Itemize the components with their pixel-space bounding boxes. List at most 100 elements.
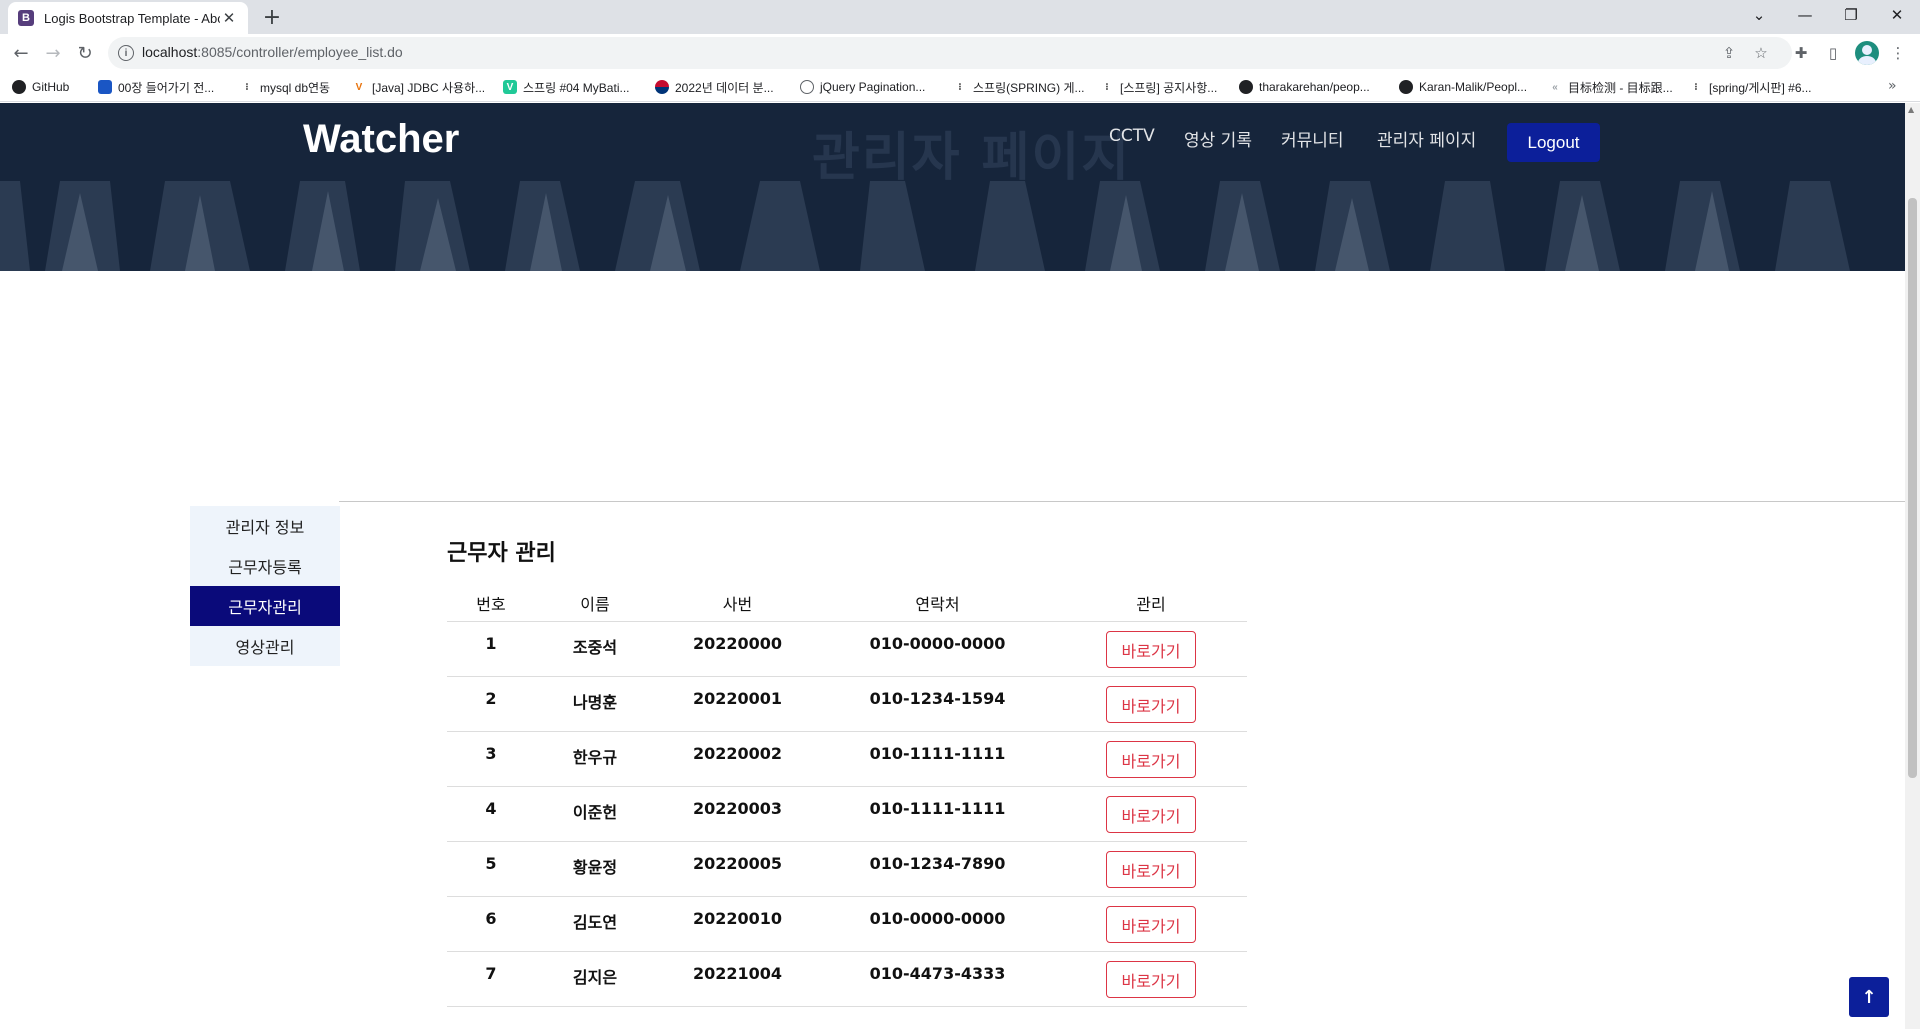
cell-employee-id: 20220010	[692, 909, 783, 928]
table-row: 1 조중석 20220000 010-0000-0000 바로가기	[447, 622, 1247, 677]
bookmark-item[interactable]: ⁝ 스프링(SPRING) 게...	[953, 78, 1085, 96]
cell-manage: 바로가기	[1055, 732, 1247, 786]
cell-manage: 바로가기	[1055, 787, 1247, 841]
nav-link-community[interactable]: 커뮤니티	[1281, 126, 1344, 151]
cell-phone: 010-1111-1111	[869, 799, 1006, 818]
side-panel-icon[interactable]: ▯	[1822, 42, 1844, 64]
go-to-detail-button[interactable]: 바로가기	[1106, 686, 1196, 723]
bookmark-label: 目标检测 - 目标跟...	[1568, 80, 1673, 95]
more-bookmarks-icon[interactable]: »	[1888, 78, 1897, 94]
go-to-detail-button[interactable]: 바로가기	[1106, 961, 1196, 998]
share-icon[interactable]: ⇪	[1718, 42, 1740, 64]
cell-manage: 바로가기	[1055, 952, 1247, 1006]
bookmark-label: 00장 들어가기 전...	[118, 80, 215, 95]
bookmark-star-icon[interactable]: ☆	[1750, 42, 1772, 64]
cell-phone: 010-1234-1594	[869, 689, 1006, 708]
bookmark-item[interactable]: ⁝ [스프링] 공지사항...	[1100, 78, 1217, 96]
cell-number: 5	[485, 854, 497, 873]
column-header-employee-id: 사번	[722, 594, 753, 614]
bootstrap-icon: B	[18, 10, 34, 26]
back-icon[interactable]: ←	[6, 38, 36, 68]
cell-manage: 바로가기	[1055, 842, 1247, 896]
table-row: 6 김도연 20220010 010-0000-0000 바로가기	[447, 897, 1247, 952]
scroll-to-top-button[interactable]: ↑	[1849, 977, 1889, 1017]
bookmark-label: 2022년 데이터 분...	[675, 80, 774, 95]
github-icon	[1239, 80, 1253, 94]
cell-name: 김도연	[572, 913, 618, 932]
bookmark-item[interactable]: ⁝ mysql db연동	[240, 78, 330, 96]
bookmark-label: [스프링] 공지사항...	[1120, 80, 1218, 95]
page-scrollbar[interactable]: ▲	[1905, 103, 1920, 1029]
cell-name: 김지은	[572, 968, 618, 987]
site-info-icon[interactable]: i	[118, 45, 134, 61]
cell-number: 2	[485, 689, 497, 708]
bookmarks-bar: GitHub 00장 들어가기 전... ⁝ mysql db연동 V [Java] JD…	[0, 72, 1920, 102]
sidebar-item-admin-info[interactable]: 관리자 정보	[190, 506, 340, 546]
bookmark-label: 스프링(SPRING) 게...	[973, 80, 1085, 95]
cell-employee-id: 20220000	[692, 634, 783, 653]
korea-flag-icon	[655, 80, 669, 94]
bookmark-item[interactable]: V [Java] JDBC 사용하...	[352, 78, 486, 96]
sidebar-item-manage-workers[interactable]: 근무자관리	[190, 586, 340, 626]
restore-icon[interactable]: ❐	[1828, 0, 1874, 30]
bookmark-item[interactable]: V 스프링 #04 MyBati...	[503, 78, 630, 96]
cell-manage: 바로가기	[1055, 677, 1247, 731]
sidebar-item-manage-videos[interactable]: 영상관리	[190, 626, 340, 666]
header-watermark-text: 관리자 페이지	[812, 128, 1132, 188]
bookmark-item[interactable]: GitHub	[12, 78, 69, 96]
velog-icon: ⁝	[1694, 81, 1698, 93]
cell-employee-id: 20220005	[692, 854, 783, 873]
go-to-detail-button[interactable]: 바로가기	[1106, 796, 1196, 833]
browser-tab[interactable]: B Logis Bootstrap Template - Abo ✕	[8, 2, 248, 34]
profile-avatar[interactable]	[1855, 41, 1879, 65]
arrow-up-icon: ↑	[1861, 986, 1877, 1008]
bookmark-item[interactable]: jQuery Pagination...	[800, 78, 925, 96]
tab-title: Logis Bootstrap Template - Abo	[44, 10, 220, 26]
bookmark-label: mysql db연동	[260, 80, 331, 95]
bookmark-item[interactable]: tharakarehan/peop...	[1239, 78, 1370, 96]
table-row: 3 한우규 20220002 010-1111-1111 바로가기	[447, 732, 1247, 787]
globe-icon	[800, 80, 814, 94]
velog-icon: ⁝	[958, 81, 962, 93]
close-icon[interactable]: ✕	[220, 9, 238, 27]
bookmark-item[interactable]: Karan-Malik/Peopl...	[1399, 78, 1527, 96]
cell-name: 황윤정	[572, 858, 618, 877]
bookmark-item[interactable]: ⁝ [spring/게시판] #6...	[1689, 78, 1812, 96]
nav-link-cctv[interactable]: CCTV	[1109, 126, 1155, 146]
logout-button[interactable]: Logout	[1507, 123, 1600, 162]
forward-icon[interactable]: →	[38, 38, 68, 68]
cell-name: 한우규	[572, 748, 618, 767]
new-tab-icon[interactable]: +	[258, 3, 286, 31]
window-close-icon[interactable]: ✕	[1874, 0, 1920, 30]
cell-number: 3	[485, 744, 497, 763]
nav-link-video-records[interactable]: 영상 기록	[1184, 126, 1252, 151]
bookmark-label: tharakarehan/peop...	[1259, 80, 1370, 94]
extensions-icon[interactable]: ✚	[1790, 42, 1812, 64]
bookmark-item[interactable]: « 目标检测 - 目标跟...	[1548, 78, 1673, 96]
bookmark-label: GitHub	[32, 80, 70, 94]
scroll-up-icon[interactable]: ▲	[1908, 105, 1914, 114]
site-logo[interactable]: Watcher	[303, 117, 459, 162]
address-bar[interactable]: i localhost:8085/controller/employee_lis…	[108, 37, 1792, 69]
cell-number: 6	[485, 909, 497, 928]
nav-link-admin-page[interactable]: 관리자 페이지	[1377, 126, 1476, 151]
minimize-icon[interactable]: —	[1782, 0, 1828, 30]
cell-employee-id: 20220003	[692, 799, 783, 818]
cell-name: 이준헌	[572, 803, 618, 822]
cell-manage: 바로가기	[1055, 622, 1247, 676]
go-to-detail-button[interactable]: 바로가기	[1106, 851, 1196, 888]
scrollbar-thumb[interactable]	[1908, 198, 1917, 778]
cell-employee-id: 20220001	[692, 689, 783, 708]
go-to-detail-button[interactable]: 바로가기	[1106, 741, 1196, 778]
go-to-detail-button[interactable]: 바로가기	[1106, 631, 1196, 668]
cell-name: 조중석	[572, 638, 618, 657]
github-icon	[12, 80, 26, 94]
tab-search-icon[interactable]: ⌄	[1736, 0, 1782, 30]
go-to-detail-button[interactable]: 바로가기	[1106, 906, 1196, 943]
bookmark-label: [spring/게시판] #6...	[1709, 80, 1812, 95]
reload-icon[interactable]: ↻	[70, 38, 100, 68]
menu-icon[interactable]: ⋮	[1887, 42, 1909, 64]
sidebar-item-register-worker[interactable]: 근무자등록	[190, 546, 340, 586]
bookmark-item[interactable]: 00장 들어가기 전...	[98, 78, 214, 96]
bookmark-item[interactable]: 2022년 데이터 분...	[655, 78, 774, 96]
